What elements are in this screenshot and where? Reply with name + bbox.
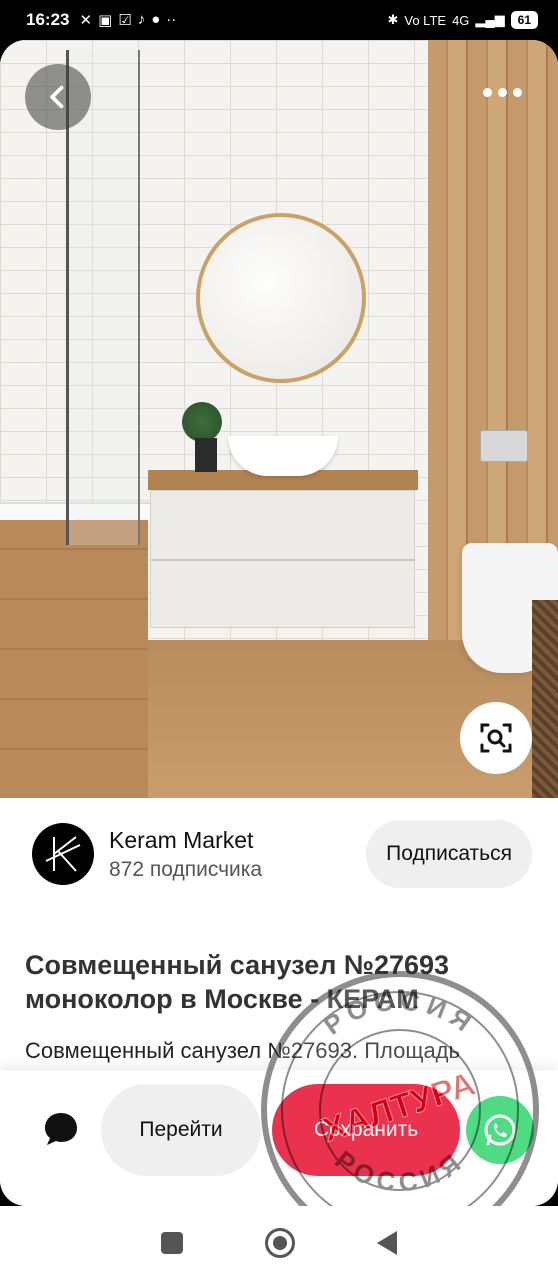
check-icon: ☑: [118, 12, 132, 29]
back-button[interactable]: [25, 64, 91, 130]
visit-button[interactable]: Перейти: [101, 1084, 261, 1176]
save-button[interactable]: Сохранить: [272, 1084, 460, 1176]
creator-name: Keram Market: [109, 826, 254, 853]
circle-icon: ●: [151, 11, 161, 28]
shower-glass: [66, 50, 140, 545]
bluetooth-icon: ✱: [387, 12, 399, 27]
chevron-left-icon: [50, 85, 64, 109]
network-type: 4G: [452, 12, 470, 28]
comment-bubble-icon: [45, 1113, 77, 1145]
more-dots-icon: [483, 88, 492, 97]
basket: [532, 600, 558, 798]
share-whatsapp-button[interactable]: [466, 1096, 534, 1164]
home-button[interactable]: [265, 1228, 295, 1258]
system-icons: ✱ Vo LTE 4G ▂▄▆ 61: [387, 11, 538, 29]
status-time: 16:23: [26, 10, 70, 29]
action-bar: Перейти Сохранить: [0, 1070, 558, 1206]
app-icon: ▣: [98, 12, 113, 29]
bathtub-panel: [0, 515, 148, 798]
mute-icon: ✕: [79, 12, 93, 29]
visual-search-button[interactable]: [460, 702, 532, 774]
plant: [182, 402, 222, 442]
pin-description: Совмещенный санузел №27693. Площадь: [25, 1038, 460, 1063]
visual-search-icon: [480, 723, 512, 753]
tiktok-icon: ♪: [137, 11, 146, 28]
avatar[interactable]: [32, 823, 94, 885]
battery-indicator: 61: [510, 11, 538, 29]
more-notifications-icon: ··: [166, 11, 177, 28]
creator-info[interactable]: Keram Market 872 подписчика: [109, 827, 262, 882]
plant-pot: [195, 438, 217, 472]
keram-logo-icon: [45, 836, 81, 872]
signal-icon: ▂▄▆: [475, 12, 505, 27]
volte-icon: Vo LTE: [404, 12, 447, 28]
nav-back-button[interactable]: [377, 1231, 397, 1255]
vanity-cabinet: [150, 490, 415, 628]
comment-button[interactable]: [42, 1110, 80, 1148]
creator-row: Keram Market 872 подписчика Подписаться: [32, 820, 532, 888]
more-options-button[interactable]: [483, 88, 522, 97]
pin-image[interactable]: [0, 40, 558, 798]
pin-detail-sheet: Keram Market 872 подписчика Подписаться …: [0, 40, 558, 1206]
round-mirror: [196, 213, 366, 383]
recent-apps-button[interactable]: [161, 1232, 183, 1254]
pin-title: Совмещенный санузел №27693 моноколор в М…: [25, 950, 450, 1014]
flush-plate: [480, 430, 528, 462]
follow-button[interactable]: Подписаться: [366, 820, 532, 888]
status-bar: 16:23 ✕ ▣ ☑ ♪ ● ·· ✱ Vo LTE 4G ▂▄▆ 61: [0, 0, 558, 40]
whatsapp-icon: [484, 1114, 516, 1146]
system-nav-bar: [0, 1206, 558, 1280]
notification-icons: ✕ ▣ ☑ ♪ ● ··: [79, 11, 176, 29]
home-icon: [273, 1236, 287, 1250]
subscriber-count: 872 подписчика: [109, 857, 263, 881]
